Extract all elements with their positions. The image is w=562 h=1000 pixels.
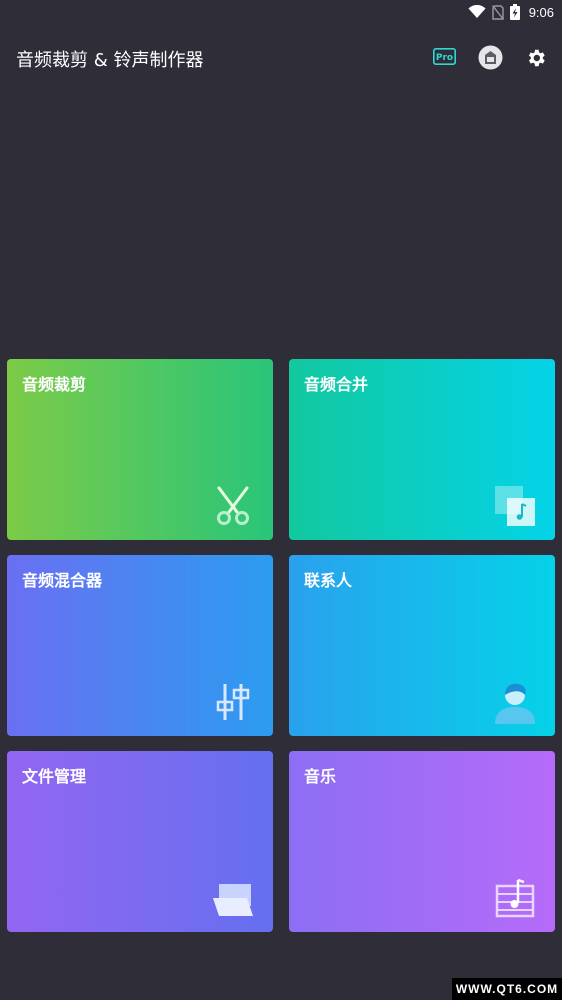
gear-icon[interactable] xyxy=(525,47,547,69)
watermark: WWW.QT6.COM xyxy=(452,978,562,1000)
card-label: 音频混合器 xyxy=(22,571,103,590)
card-file-manager[interactable]: 文件管理 xyxy=(7,751,273,932)
card-audio-merge[interactable]: 音频合并 xyxy=(289,359,555,540)
folder-icon xyxy=(213,884,253,916)
status-bar: 9:06 xyxy=(0,0,562,24)
merge-audio-icon xyxy=(495,486,535,526)
pro-badge-icon[interactable]: Pro xyxy=(433,48,456,65)
person-icon xyxy=(495,683,535,724)
vip-icon[interactable] xyxy=(478,45,503,70)
music-list-icon xyxy=(495,878,535,918)
status-time: 9:06 xyxy=(528,4,554,20)
card-audio-trim[interactable]: 音频裁剪 xyxy=(7,359,273,540)
card-label: 联系人 xyxy=(304,571,353,590)
card-label: 音频合并 xyxy=(304,375,369,394)
card-music[interactable]: 音乐 xyxy=(289,751,555,932)
card-label: 文件管理 xyxy=(22,767,87,786)
card-contacts[interactable]: 联系人 xyxy=(289,555,555,736)
wifi-icon xyxy=(468,5,486,18)
app-title: 音频裁剪 & 铃声制作器 xyxy=(16,50,204,71)
pro-badge-label: Pro xyxy=(436,53,453,63)
status-icons: 9:06 xyxy=(468,3,554,21)
card-label: 音频裁剪 xyxy=(22,375,87,394)
no-sim-icon xyxy=(491,4,504,20)
card-audio-mixer[interactable]: 音频混合器 xyxy=(7,555,273,736)
battery-charging-icon xyxy=(509,4,520,20)
mixer-sliders-icon xyxy=(216,684,250,720)
card-label: 音乐 xyxy=(304,767,337,786)
scissors-icon xyxy=(217,486,249,525)
